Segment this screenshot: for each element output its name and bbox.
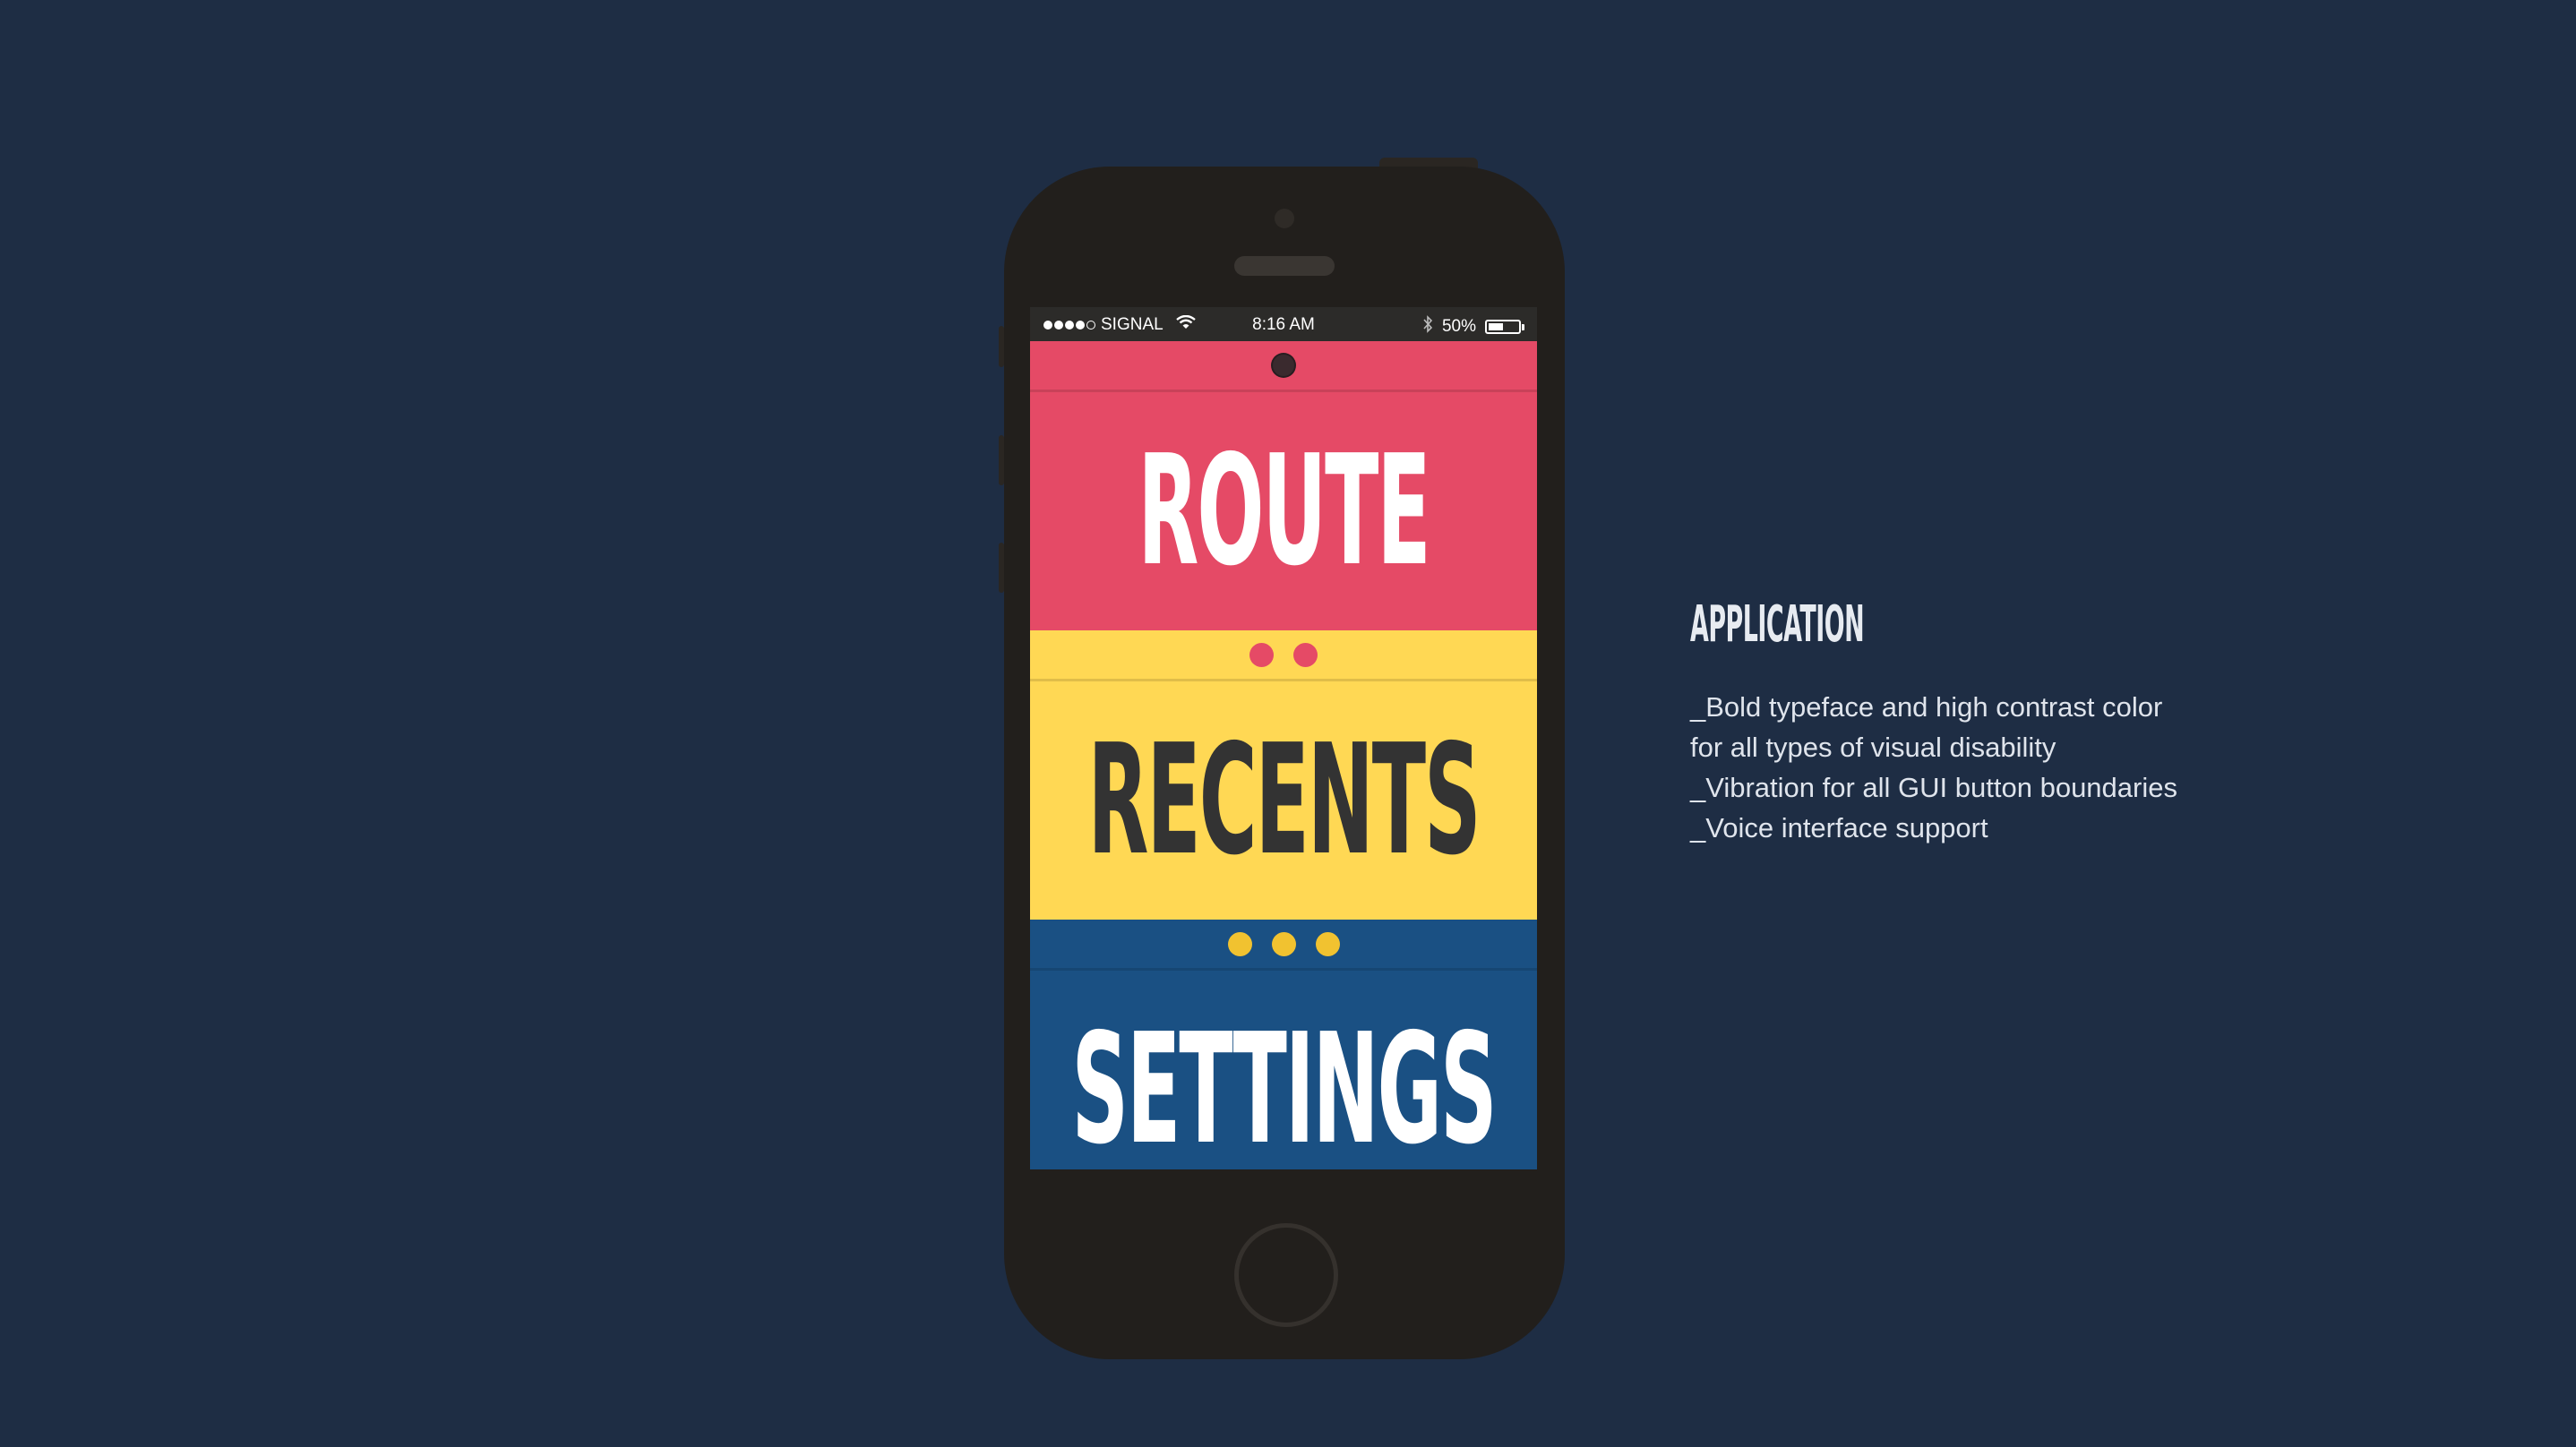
phone-screen: SIGNAL 8:16 AM 50% ROUTE RECENTS SETTING… — [1030, 307, 1537, 1169]
status-right: 50% — [1422, 315, 1524, 338]
feature-line: _Bold typeface and high contrast color — [1690, 691, 2163, 723]
home-button[interactable] — [1234, 1223, 1338, 1327]
phone-mockup: SIGNAL 8:16 AM 50% ROUTE RECENTS SETTING… — [999, 167, 1565, 1359]
battery-icon — [1485, 320, 1524, 334]
description-panel: APPLICATION _Bold typeface and high cont… — [1690, 597, 2177, 848]
route-label: ROUTE — [1138, 423, 1430, 600]
panel-title: APPLICATION — [1690, 595, 1865, 654]
front-camera — [1275, 209, 1294, 228]
feature-list: _Bold typeface and high contrast color f… — [1690, 687, 2177, 848]
bluetooth-icon — [1422, 315, 1433, 338]
settings-button[interactable]: SETTINGS — [1030, 920, 1537, 1169]
battery-percent: 50% — [1441, 317, 1476, 336]
feature-line: _Vibration for all GUI button boundaries — [1690, 772, 2177, 803]
settings-indicator-dot — [1227, 931, 1252, 956]
route-indicator-dot — [1271, 353, 1296, 378]
volume-down-button — [999, 543, 1004, 593]
settings-label: SETTINGS — [1071, 1001, 1497, 1169]
route-button[interactable]: ROUTE — [1030, 341, 1537, 630]
recents-indicator — [1030, 630, 1537, 681]
status-bar: SIGNAL 8:16 AM 50% — [1030, 307, 1537, 341]
earpiece-speaker — [1234, 256, 1335, 276]
recents-button[interactable]: RECENTS — [1030, 630, 1537, 920]
volume-up-button — [999, 435, 1004, 485]
battery-level-fill — [1489, 323, 1503, 330]
feature-line: _Voice interface support — [1690, 812, 1988, 843]
recents-indicator-dot — [1293, 642, 1318, 667]
mute-switch — [999, 326, 1004, 367]
settings-indicator — [1030, 920, 1537, 971]
route-indicator — [1030, 341, 1537, 392]
settings-indicator-dot — [1271, 931, 1296, 956]
feature-line: for all types of visual disability — [1690, 732, 2057, 763]
recents-indicator-dot — [1249, 642, 1274, 667]
recents-label: RECENTS — [1087, 712, 1481, 889]
settings-indicator-dot — [1315, 931, 1340, 956]
